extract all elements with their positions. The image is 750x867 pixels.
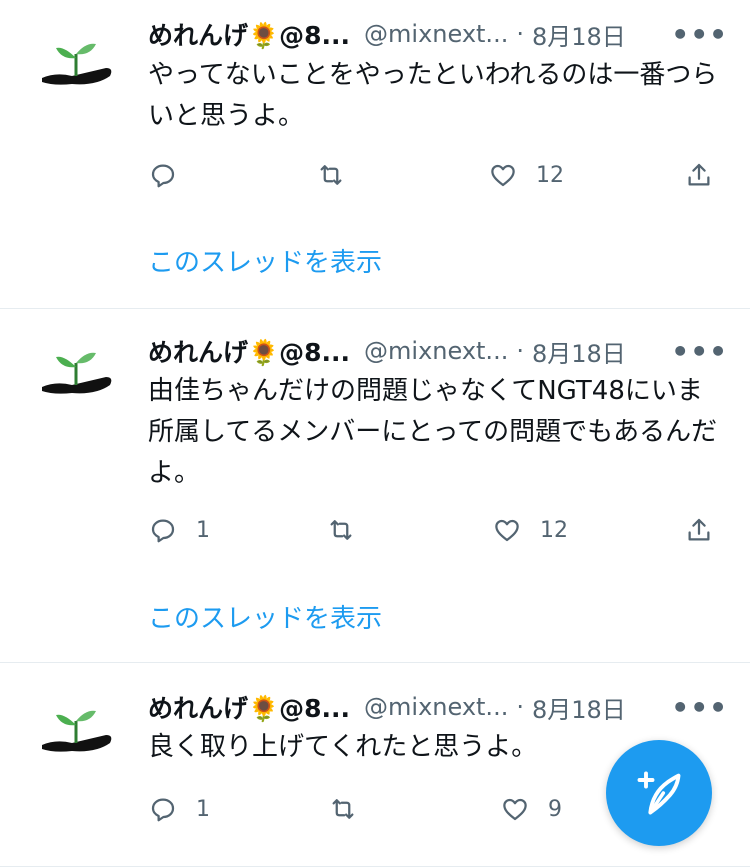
retweet-button[interactable] [326, 510, 356, 550]
separator-dot: · [516, 337, 524, 365]
share-upload-icon [688, 518, 710, 541]
reply-bubble-icon [151, 164, 175, 188]
display-name[interactable]: めれんげ🌻@8... [148, 333, 350, 369]
tweet-text: やってないことをやったといわれるのは一番つらいと思うよ。 [148, 60, 718, 131]
more-dots-icon[interactable]: ••• [671, 18, 728, 51]
reply-count: 1 [196, 796, 210, 822]
like-count: 12 [536, 162, 564, 188]
avatar[interactable] [36, 691, 118, 773]
reply-button[interactable]: 1 [148, 789, 210, 829]
reply-bubble-icon [151, 798, 175, 822]
share-button[interactable] [684, 155, 714, 195]
display-name[interactable]: めれんげ🌻@8... [148, 16, 350, 52]
sprout-avatar-icon [42, 352, 112, 394]
tweet-date[interactable]: 8月18日 [532, 690, 626, 725]
like-button[interactable]: 12 [492, 510, 568, 550]
like-button[interactable]: 12 [488, 155, 564, 195]
heart-icon [491, 164, 515, 187]
user-handle[interactable]: @mixnext... [364, 337, 508, 365]
retweet-button[interactable] [316, 155, 346, 195]
user-handle[interactable]: @mixnext... [364, 20, 508, 48]
tweet-date[interactable]: 8月18日 [532, 17, 626, 52]
tweet-date[interactable]: 8月18日 [532, 334, 626, 369]
retweet-button[interactable] [328, 789, 358, 829]
share-upload-icon [688, 163, 710, 186]
reply-button[interactable] [148, 155, 196, 195]
avatar[interactable] [36, 24, 118, 106]
separator-dot: · [516, 20, 524, 48]
retweet-arrows-icon [320, 165, 342, 185]
sprout-avatar-icon [42, 43, 112, 85]
more-dots-icon[interactable]: ••• [671, 691, 728, 724]
reply-bubble-icon [151, 519, 175, 543]
more-dots-icon[interactable]: ••• [671, 335, 728, 368]
avatar[interactable] [36, 333, 118, 415]
heart-icon [495, 519, 519, 542]
retweet-arrows-icon [332, 799, 354, 819]
compose-tweet-button[interactable] [606, 740, 712, 846]
like-count: 12 [540, 517, 568, 543]
display-name[interactable]: めれんげ🌻@8... [148, 689, 350, 725]
show-thread-link[interactable]: このスレッドを表示 [148, 242, 382, 279]
separator-dot: · [516, 693, 524, 721]
tweet-1[interactable]: めれんげ🌻@8... @mixnext... · 8月18日 ••• やってない… [0, 0, 750, 309]
like-button[interactable]: 9 [500, 789, 562, 829]
tweet-2[interactable]: めれんげ🌻@8... @mixnext... · 8月18日 ••• 由佳ちゃん… [0, 309, 750, 663]
tweet-text: 由佳ちゃんだけの問題じゃなくてNGT48にいま所属してるメンバーにとっての問題で… [148, 376, 718, 488]
sprout-avatar-icon [42, 710, 112, 752]
heart-icon [503, 798, 527, 821]
user-handle[interactable]: @mixnext... [364, 693, 508, 721]
reply-count: 1 [196, 517, 210, 543]
show-thread-link[interactable]: このスレッドを表示 [148, 598, 382, 635]
reply-button[interactable]: 1 [148, 510, 210, 550]
share-button[interactable] [684, 510, 714, 550]
like-count: 9 [548, 796, 562, 822]
compose-feather-icon [637, 771, 681, 815]
retweet-arrows-icon [330, 520, 352, 540]
